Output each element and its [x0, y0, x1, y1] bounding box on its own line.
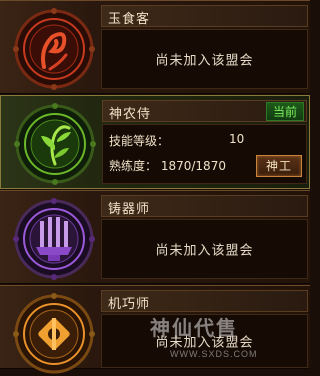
not-joined-text: 尚未加入该盟会: [155, 243, 254, 259]
proficiency-row: 熟练度： 1870/1870: [109, 157, 226, 174]
watermark-url: WWW.SXDS.COM: [170, 349, 258, 359]
shengong-button[interactable]: 神工: [256, 155, 302, 177]
watermark-text: 神仙代售: [150, 316, 238, 340]
gear-emblem-icon: [13, 293, 95, 374]
guild-content: 尚未加入该盟会: [101, 29, 308, 89]
guild-title-bar: 神农侍 当前: [102, 100, 307, 122]
herb-emblem-icon: [14, 103, 96, 185]
proficiency-label: 熟练度：: [109, 159, 158, 173]
proficiency-value: 1870/1870: [160, 159, 226, 173]
guild-panel-zhuqishi[interactable]: 铸器师 尚未加入该盟会: [0, 190, 310, 284]
skill-level-label: 技能等级：: [109, 134, 170, 148]
dragon-emblem-icon: [13, 8, 95, 90]
guild-panel-yushike[interactable]: 玉食客 尚未加入该盟会: [0, 0, 310, 94]
guild-name: 玉食客: [108, 12, 151, 27]
guild-title-bar: 铸器师: [101, 195, 308, 217]
guild-panel-shennongshi[interactable]: 神农侍 当前 技能等级： 10 熟练度： 1870/1870 神工: [0, 95, 310, 189]
current-badge: 当前: [265, 102, 304, 121]
guild-title-bar: 机巧师: [101, 290, 308, 312]
forge-emblem-icon: [13, 198, 95, 280]
guild-content: 技能等级： 10 熟练度： 1870/1870 神工: [102, 124, 307, 184]
guild-content: 尚未加入该盟会: [101, 219, 308, 279]
guild-name: 机巧师: [108, 297, 151, 312]
guild-name: 神农侍: [109, 107, 152, 122]
skill-level-value: 10: [229, 132, 245, 146]
guild-name: 铸器师: [108, 202, 151, 217]
skill-level-row: 技能等级： 10: [109, 132, 244, 149]
guild-title-bar: 玉食客: [101, 5, 308, 27]
not-joined-text: 尚未加入该盟会: [155, 53, 254, 69]
